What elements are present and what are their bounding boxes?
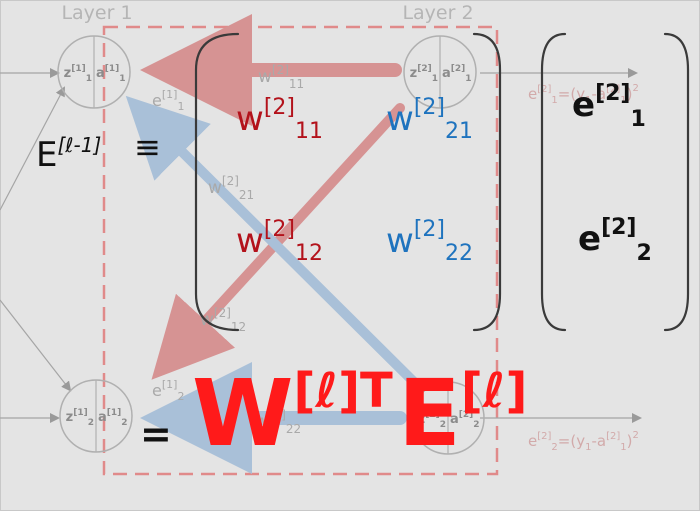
layer-2-title: Layer 2 [402,2,473,24]
equivalence-symbol: ≡ [134,128,161,166]
neuron-n12: z[1]2 a[1]2 [59,379,133,453]
backprop-diagram: Layer 1 Layer 2 z[1]1 a[1]1 z[1]2 a[1]2 … [0,0,700,511]
formula-equals: = [140,412,172,456]
layer-1-title: Layer 1 [61,2,132,24]
diagram-canvas: Layer 1 Layer 2 z[1]1 a[1]1 z[1]2 a[1]2 … [0,0,700,511]
neuron-n11: z[1]1 a[1]1 [57,35,131,109]
